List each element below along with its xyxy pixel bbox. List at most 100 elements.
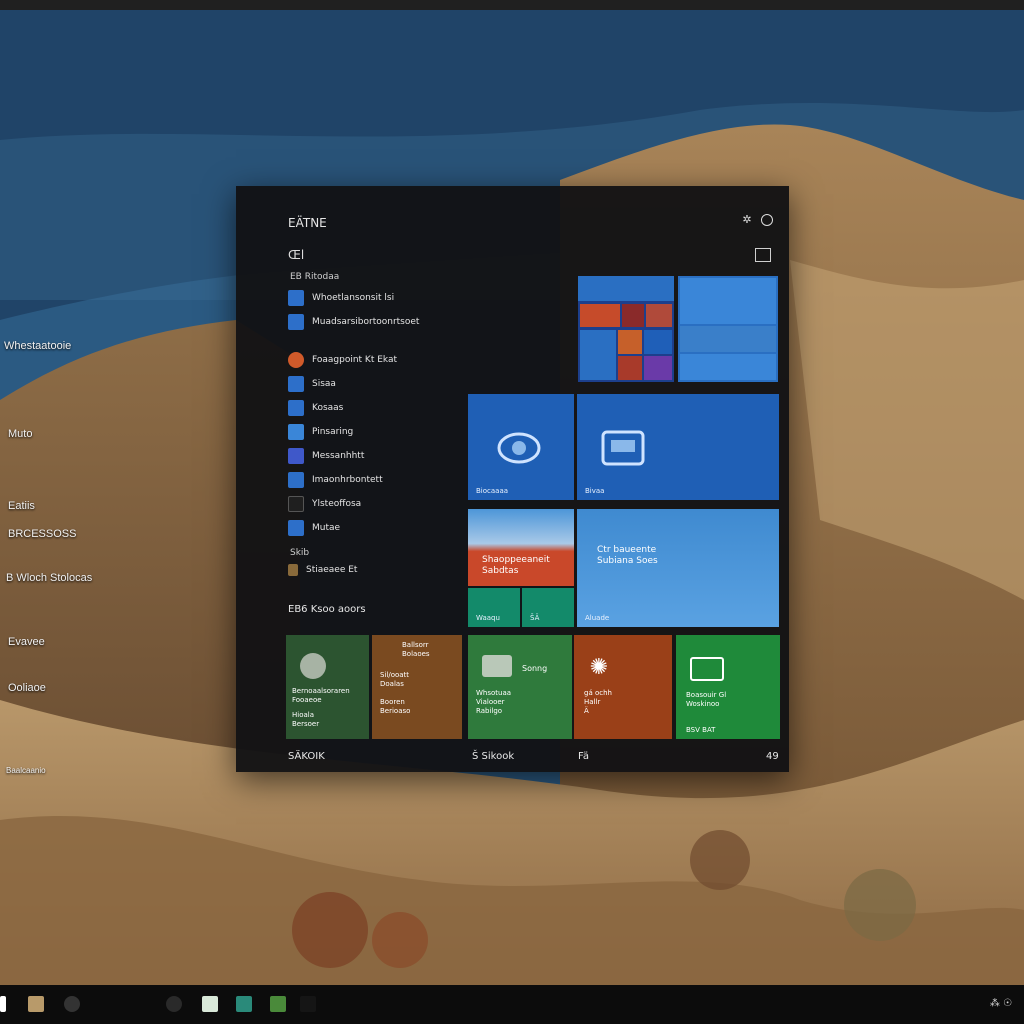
app-icon <box>288 400 304 416</box>
top-edge-bar <box>0 0 1024 10</box>
cloud-icon <box>497 432 541 464</box>
chat-icon[interactable] <box>64 996 80 1012</box>
tile-group-1[interactable]: Bernoaalsoraren Fooaeoe Hioala Bersoer <box>286 635 369 739</box>
tile-text: Sil/ooatt Doalas Booren Berioaso <box>380 671 411 715</box>
system-tray[interactable]: ⁂ ☉ <box>990 998 1012 1009</box>
app-icon <box>288 564 298 576</box>
bottom-label[interactable]: 49 <box>766 751 779 762</box>
photos-icon[interactable] <box>236 996 252 1012</box>
app-icon <box>288 314 304 330</box>
desktop-label[interactable]: BRCESSOSS <box>8 528 76 540</box>
media-icon[interactable] <box>270 996 286 1012</box>
bottom-label[interactable]: Fä <box>578 751 589 762</box>
desktop-label[interactable]: Eatiis <box>8 500 35 512</box>
tile-text: Bernoaalsoraren Fooaeoe <box>292 687 350 704</box>
tile-group-4[interactable]: ✺ gá ochh Hallr Ä <box>574 635 672 739</box>
tile-small-1[interactable]: Waaqu <box>468 588 520 627</box>
tile-weather-grid[interactable] <box>678 276 778 382</box>
app-label: Pinsaring <box>312 427 354 437</box>
tile-text: gá ochh Hallr Ä <box>584 689 612 715</box>
app-list-item[interactable]: Whoetlansonsit lsi <box>288 288 478 308</box>
image-icon <box>482 655 512 677</box>
app-label: Imaonhrbontett <box>312 475 383 485</box>
app-icon <box>288 520 304 536</box>
app-list-item[interactable]: Foaagpoint Kt Ekat <box>288 350 478 370</box>
start-menu: EÄTNE ✲ Œl EB Ritodaa Whoetlansonsit lsi… <box>236 186 789 772</box>
desktop-label[interactable]: B Wloch Stolocas <box>6 572 92 584</box>
app-label: Foaagpoint Kt Ekat <box>312 355 397 365</box>
tile-group-3[interactable]: Sonng Whsotuaa Vialooer Rabilgo <box>468 635 572 739</box>
tile-text: Sonng <box>522 664 548 673</box>
tile-text: Whsotuaa Vialooer Rabilgo <box>476 689 512 715</box>
app-label: Messanhhtt <box>312 451 365 461</box>
explorer-icon[interactable] <box>28 996 44 1012</box>
tile-small-2[interactable]: ŠÄ <box>522 588 574 627</box>
app-icon <box>288 424 304 440</box>
app-label: Muadsarsibortoonrtsoet <box>312 317 420 327</box>
tile-text: Hioala Bersoer <box>292 711 320 728</box>
tile-caption: Waaqu <box>476 614 500 622</box>
taskbar: ⁂ ☉ <box>0 985 1024 1024</box>
tile-text: Ballsorr Bolaoes <box>402 641 430 658</box>
power-icon[interactable] <box>761 214 773 226</box>
sun-icon: ✺ <box>589 655 609 680</box>
network-icon[interactable] <box>300 996 316 1012</box>
app-list-item[interactable]: Stiaeaee Et <box>288 560 478 580</box>
tile-text: Ctr baueente Subiana Soes <box>597 545 658 566</box>
tile-news[interactable]: Shaoppeeaneit Sabdtas <box>468 509 574 586</box>
app-label: Ylsteoffosa <box>312 499 362 509</box>
app-label: Whoetlansonsit lsi <box>312 293 395 303</box>
tile-app-1[interactable]: Biocaaaa <box>468 394 574 500</box>
app-list-item[interactable]: Sisaa <box>288 374 478 394</box>
tile-caption: ŠÄ <box>530 614 540 622</box>
desktop-label[interactable]: Muto <box>8 428 32 440</box>
app-label: Sisaa <box>312 379 336 389</box>
app-icon <box>288 352 304 368</box>
tile-mosaic[interactable] <box>578 276 674 382</box>
desktop-label[interactable]: Whestaatooie <box>4 340 71 352</box>
settings-icon[interactable]: ✲ <box>741 214 753 226</box>
desktop-label[interactable]: Ooliaoe <box>8 682 46 694</box>
tile-text: Boasouir Gl Woskinoo <box>686 691 727 708</box>
tile-caption: Bivaa <box>585 487 605 495</box>
app-list-item[interactable]: Mutae <box>288 518 478 538</box>
bottom-label[interactable]: SÄKOIK <box>288 751 325 762</box>
app-list-item[interactable]: Imaonhrbontett <box>288 470 478 490</box>
app-section-header: EB Ritodaa <box>290 272 340 282</box>
plant-icon <box>300 653 326 679</box>
app-label: Stiaeaee Et <box>306 565 358 575</box>
desktop-label[interactable]: Baalcaanio <box>6 766 46 775</box>
tile-text: BSV BAT <box>686 726 716 734</box>
tile-caption: Biocaaaa <box>476 487 509 495</box>
bottom-label[interactable]: Š Sikook <box>472 751 514 762</box>
tile-caption: Aluade <box>585 614 610 622</box>
app-label: Mutae <box>312 523 341 533</box>
tile-group-5[interactable]: Boasouir Gl Woskinoo BSV BAT <box>676 635 780 739</box>
app-icon <box>288 376 304 392</box>
tile-weather[interactable]: Ctr baueente Subiana Soes Aluade <box>577 509 779 627</box>
store-icon[interactable] <box>202 996 218 1012</box>
footer-label[interactable]: EB6 Ksoo aoors <box>288 604 366 615</box>
app-list-item[interactable]: Ylsteoffosa <box>288 494 478 514</box>
desktop-label[interactable]: Evavee <box>8 636 45 648</box>
photo-icon <box>690 657 724 681</box>
all-apps-header: Œl <box>288 248 305 262</box>
windows-icon[interactable] <box>0 996 6 1012</box>
tile-text: Shaoppeeaneit Sabdtas <box>482 555 550 576</box>
app-list-item[interactable]: Kosaas <box>288 398 478 418</box>
app-icon <box>288 448 304 464</box>
app-list-item[interactable]: Muadsarsibortoonrtsoet <box>288 312 478 332</box>
tile-app-2[interactable]: Bivaa <box>577 394 779 500</box>
expand-icon[interactable] <box>755 248 771 262</box>
app-section-header: Skib <box>290 548 310 558</box>
app-icon <box>288 472 304 488</box>
app-list-item[interactable]: Messanhhtt <box>288 446 478 466</box>
app-list: EB Ritodaa Whoetlansonsit lsi Muadsarsib… <box>288 272 478 584</box>
app-list-item[interactable]: Pinsaring <box>288 422 478 442</box>
app-icon <box>288 496 304 512</box>
settings-icon[interactable] <box>166 996 182 1012</box>
mail-icon <box>601 430 645 466</box>
tile-group-2[interactable]: Ballsorr Bolaoes Sil/ooatt Doalas Booren… <box>372 635 462 739</box>
start-menu-title: EÄTNE <box>288 216 327 230</box>
app-label: Kosaas <box>312 403 344 413</box>
